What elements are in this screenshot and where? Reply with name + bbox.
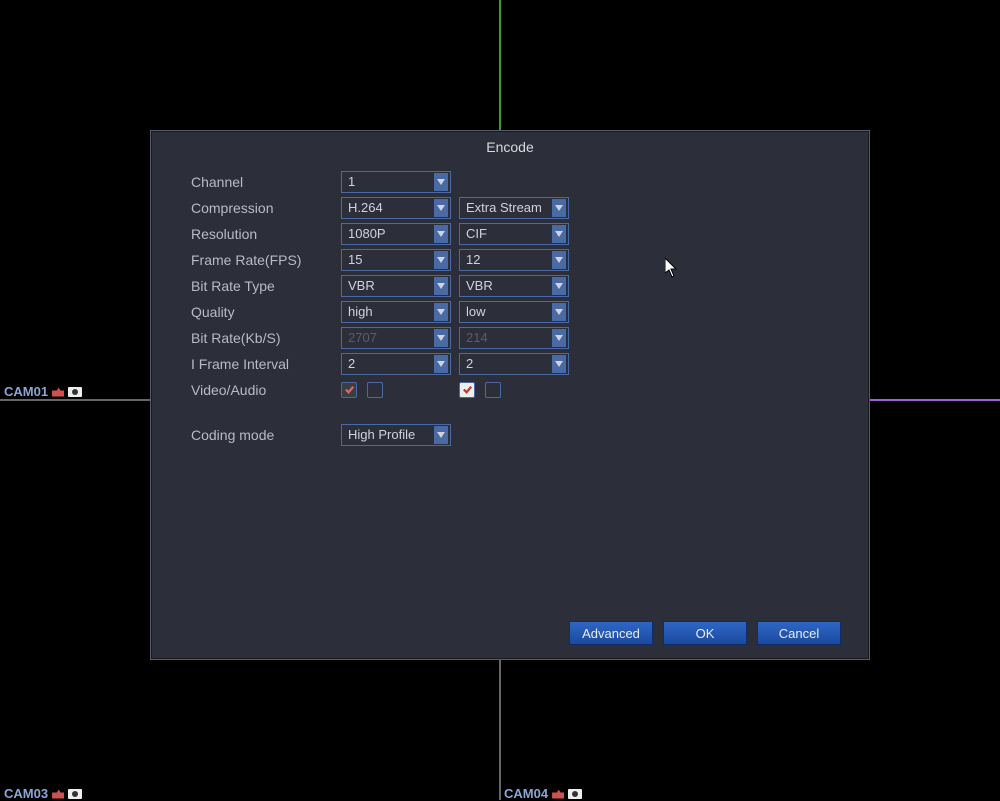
row-compression: Compression H.264 Extra Stream	[191, 195, 829, 220]
cancel-button[interactable]: Cancel	[757, 621, 841, 645]
select-value: 2	[466, 356, 473, 371]
label-channel: Channel	[191, 174, 341, 190]
chevron-down-icon	[552, 277, 566, 295]
label-i-frame: I Frame Interval	[191, 356, 341, 372]
select-value: CIF	[466, 226, 487, 241]
select-bit-rate-main[interactable]: 2707	[341, 327, 451, 349]
camera-rec-icon	[552, 789, 564, 799]
checkbox-video-extra[interactable]	[459, 382, 475, 398]
ok-button[interactable]: OK	[663, 621, 747, 645]
select-value: 2	[348, 356, 355, 371]
chevron-down-icon	[434, 173, 448, 191]
camera-rec-icon	[52, 387, 64, 397]
select-value: Extra Stream	[466, 200, 542, 215]
select-i-frame-main[interactable]: 2	[341, 353, 451, 375]
label-frame-rate: Frame Rate(FPS)	[191, 252, 341, 268]
chevron-down-icon	[434, 199, 448, 217]
row-channel: Channel 1	[191, 169, 829, 194]
label-video-audio: Video/Audio	[191, 382, 341, 398]
chevron-down-icon	[552, 251, 566, 269]
chevron-down-icon	[434, 251, 448, 269]
select-value: 1	[348, 174, 355, 189]
label-quality: Quality	[191, 304, 341, 320]
select-compression-extra[interactable]: Extra Stream	[459, 197, 569, 219]
camera-name: CAM01	[4, 384, 48, 399]
select-value: High Profile	[348, 427, 415, 442]
button-row: Advanced OK Cancel	[151, 611, 869, 659]
select-frame-rate-main[interactable]: 15	[341, 249, 451, 271]
select-i-frame-extra[interactable]: 2	[459, 353, 569, 375]
row-coding-mode: Coding mode High Profile	[191, 422, 829, 447]
select-quality-extra[interactable]: low	[459, 301, 569, 323]
camera-snapshot-icon	[568, 789, 582, 799]
camera-rec-icon	[52, 789, 64, 799]
chevron-down-icon	[434, 355, 448, 373]
camera-name: CAM03	[4, 786, 48, 801]
label-resolution: Resolution	[191, 226, 341, 242]
select-bit-rate-type-extra[interactable]: VBR	[459, 275, 569, 297]
row-bit-rate-type: Bit Rate Type VBR VBR	[191, 273, 829, 298]
select-value: VBR	[348, 278, 375, 293]
row-frame-rate: Frame Rate(FPS) 15 12	[191, 247, 829, 272]
select-value: 15	[348, 252, 362, 267]
select-resolution-extra[interactable]: CIF	[459, 223, 569, 245]
checkbox-audio-main[interactable]	[367, 382, 383, 398]
chevron-down-icon	[434, 277, 448, 295]
select-value: 1080P	[348, 226, 386, 241]
chevron-down-icon	[552, 225, 566, 243]
select-value: 214	[466, 330, 488, 345]
chevron-down-icon	[552, 199, 566, 217]
chevron-down-icon	[552, 329, 566, 347]
label-bit-rate-type: Bit Rate Type	[191, 278, 341, 294]
chevron-down-icon	[434, 303, 448, 321]
encode-dialog: Encode Channel 1 Compression H.264 Extra…	[150, 130, 870, 660]
camera-label-3: CAM03	[4, 786, 82, 801]
select-frame-rate-extra[interactable]: 12	[459, 249, 569, 271]
camera-label-1: CAM01	[4, 384, 82, 399]
label-coding-mode: Coding mode	[191, 427, 341, 443]
row-i-frame: I Frame Interval 2 2	[191, 351, 829, 376]
row-resolution: Resolution 1080P CIF	[191, 221, 829, 246]
select-compression-main[interactable]: H.264	[341, 197, 451, 219]
form-area: Channel 1 Compression H.264 Extra Stream…	[151, 169, 869, 611]
select-channel[interactable]: 1	[341, 171, 451, 193]
select-coding-mode[interactable]: High Profile	[341, 424, 451, 446]
checkbox-audio-extra[interactable]	[485, 382, 501, 398]
select-value: 2707	[348, 330, 377, 345]
select-resolution-main[interactable]: 1080P	[341, 223, 451, 245]
chevron-down-icon	[434, 225, 448, 243]
select-value: low	[466, 304, 486, 319]
advanced-button[interactable]: Advanced	[569, 621, 653, 645]
select-bit-rate-type-main[interactable]: VBR	[341, 275, 451, 297]
select-bit-rate-extra[interactable]: 214	[459, 327, 569, 349]
row-video-audio: Video/Audio	[191, 377, 829, 402]
checkbox-video-main[interactable]	[341, 382, 357, 398]
row-bit-rate: Bit Rate(Kb/S) 2707 214	[191, 325, 829, 350]
select-value: high	[348, 304, 373, 319]
chevron-down-icon	[552, 355, 566, 373]
select-value: H.264	[348, 200, 383, 215]
chevron-down-icon	[434, 329, 448, 347]
camera-snapshot-icon	[68, 789, 82, 799]
chevron-down-icon	[434, 426, 448, 444]
label-bit-rate: Bit Rate(Kb/S)	[191, 330, 341, 346]
dialog-title: Encode	[151, 131, 869, 169]
select-value: VBR	[466, 278, 493, 293]
camera-label-4: CAM04	[504, 786, 582, 801]
select-quality-main[interactable]: high	[341, 301, 451, 323]
select-value: 12	[466, 252, 480, 267]
chevron-down-icon	[552, 303, 566, 321]
label-compression: Compression	[191, 200, 341, 216]
camera-name: CAM04	[504, 786, 548, 801]
row-quality: Quality high low	[191, 299, 829, 324]
camera-snapshot-icon	[68, 387, 82, 397]
